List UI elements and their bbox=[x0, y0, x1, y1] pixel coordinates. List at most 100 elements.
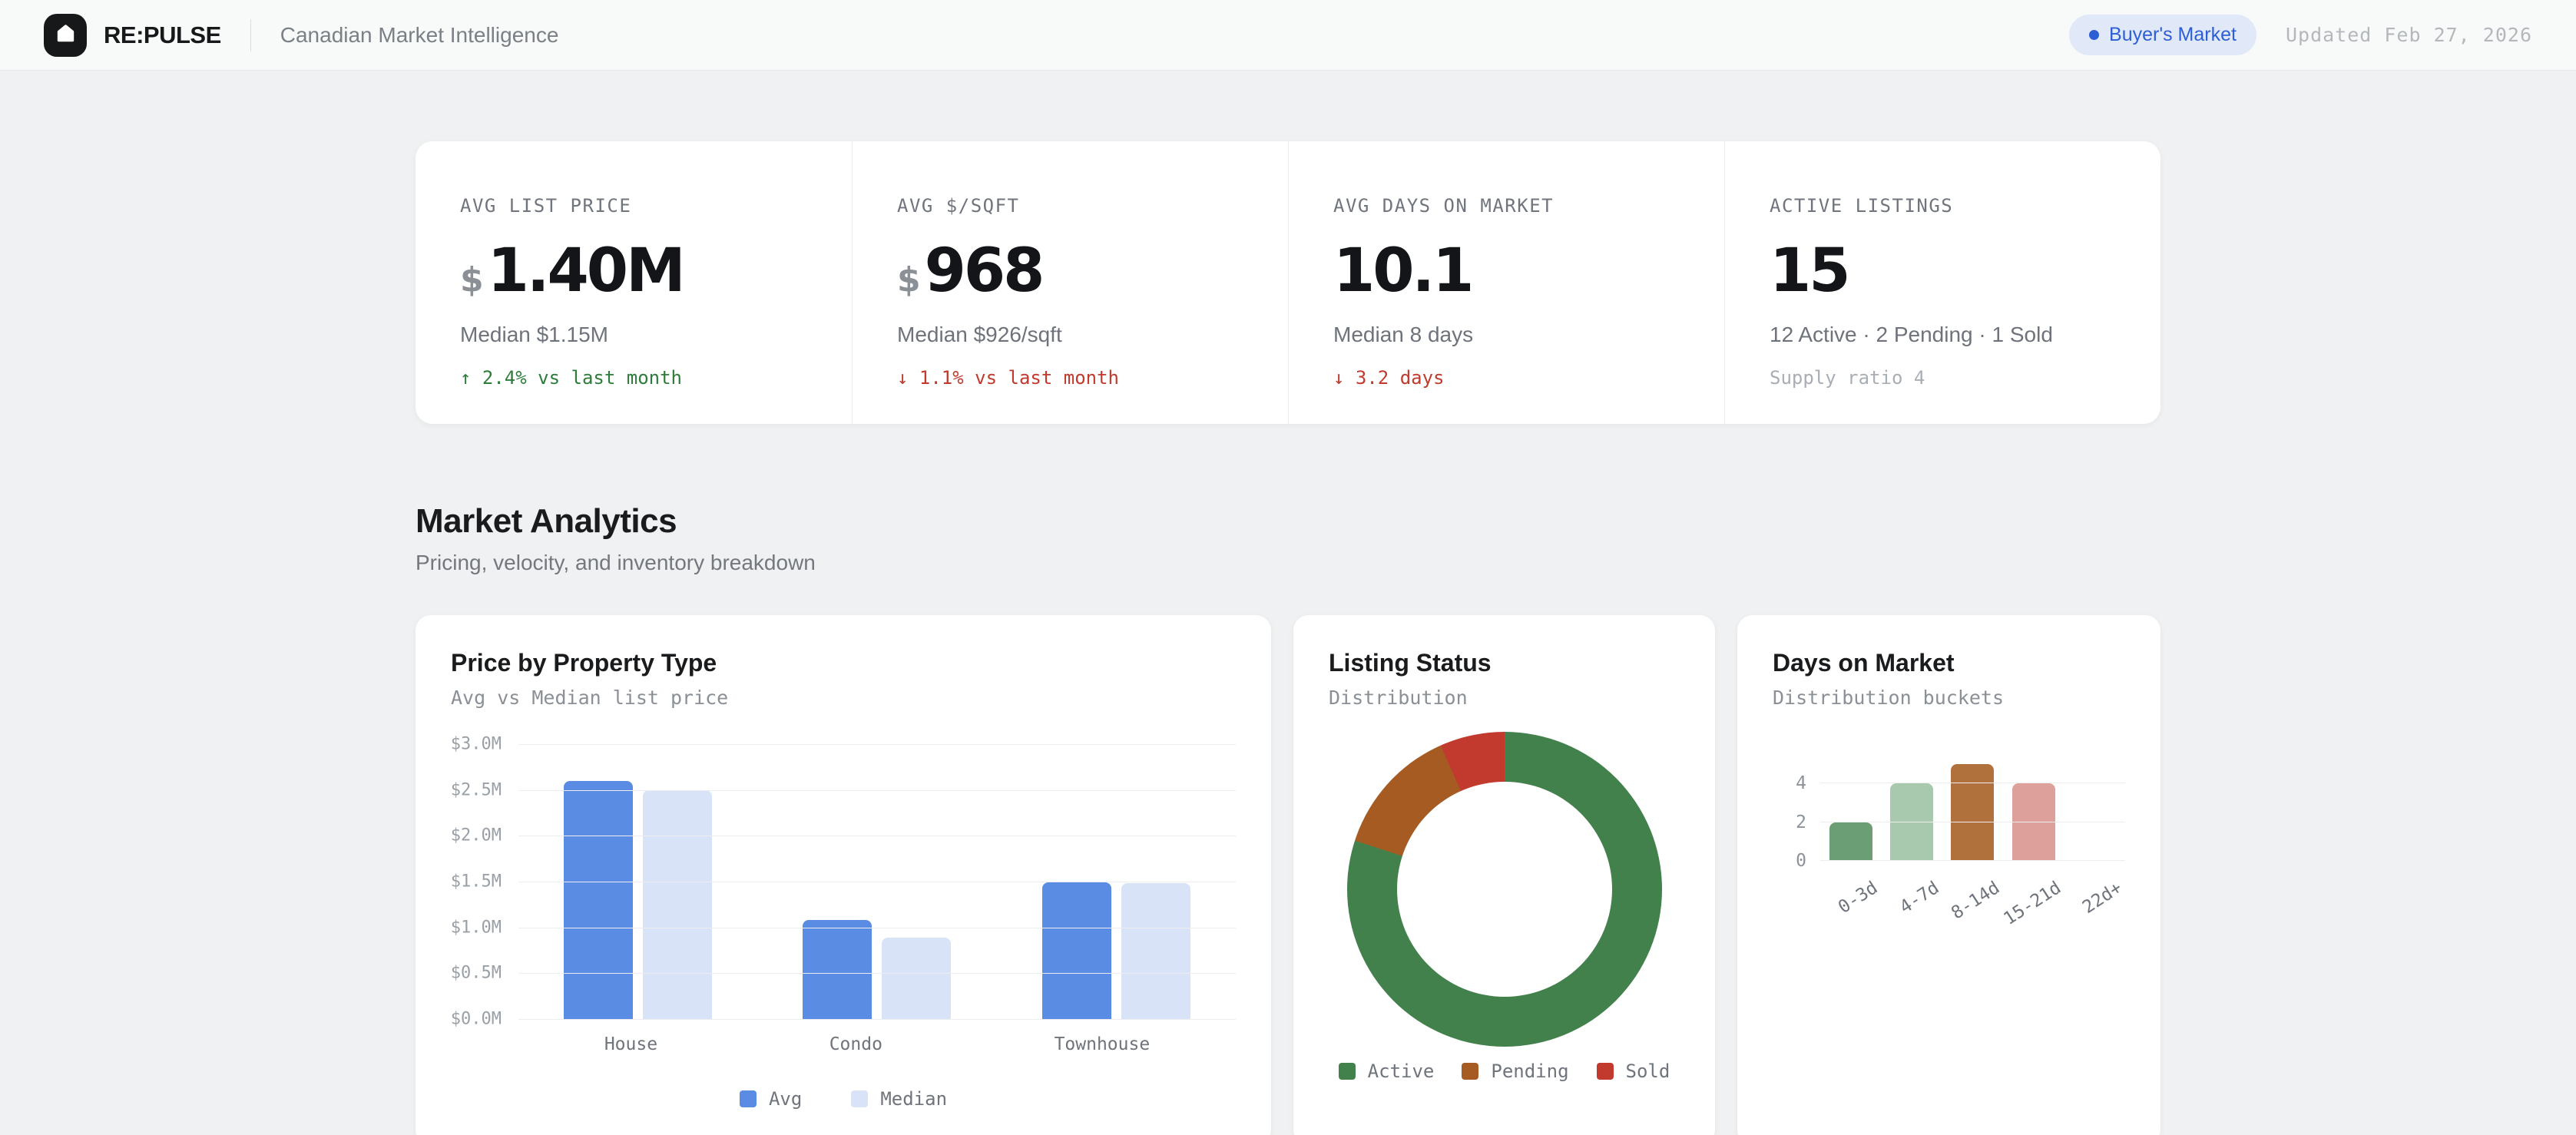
stat-sub: 12 Active · 2 Pending · 1 Sold bbox=[1770, 323, 2130, 347]
y-axis-labels: 024 bbox=[1773, 744, 1806, 861]
y-tick-label: $1.5M bbox=[451, 872, 502, 892]
section-subtitle: Pricing, velocity, and inventory breakdo… bbox=[416, 551, 2160, 575]
chart-subtitle: Distribution buckets bbox=[1773, 687, 2125, 709]
legend-item-active[interactable]: Active bbox=[1339, 1061, 1435, 1082]
legend-swatch-icon bbox=[1597, 1063, 1614, 1080]
stat-avg-sqft: AVG $/SQFT $ 968 Median $926/sqft ↓ 1.1%… bbox=[852, 141, 1288, 424]
stat-label: AVG DAYS ON MARKET bbox=[1333, 195, 1694, 217]
y-tick-label: 0 bbox=[1796, 851, 1806, 871]
header-subtitle: Canadian Market Intelligence bbox=[280, 23, 559, 48]
x-tick-label: Townhouse bbox=[1055, 1034, 1151, 1054]
legend-label: Sold bbox=[1626, 1061, 1670, 1082]
gridline bbox=[518, 790, 1236, 791]
x-tick-label: House bbox=[604, 1034, 657, 1054]
app-logo bbox=[44, 14, 87, 57]
stat-delta: ↓ 1.1% vs last month bbox=[897, 367, 1257, 389]
bar-house-median[interactable] bbox=[643, 790, 712, 1019]
legend-item-pending[interactable]: Pending bbox=[1462, 1061, 1568, 1082]
x-tick-slot: 8-14d bbox=[1942, 872, 2003, 956]
stat-value: 1.40M bbox=[488, 241, 684, 301]
x-tick-label: 0-3d bbox=[1835, 878, 1882, 918]
chart-title: Listing Status bbox=[1329, 649, 1680, 677]
price-by-type-card: Price by Property Type Avg vs Median lis… bbox=[416, 615, 1271, 1135]
stat-delta: ↓ 3.2 days bbox=[1333, 367, 1694, 389]
legend-label: Active bbox=[1368, 1061, 1435, 1082]
listing-status-card: Listing Status Distribution Active Pendin… bbox=[1293, 615, 1715, 1135]
stat-delta: ↑ 2.4% vs last month bbox=[460, 367, 821, 389]
stat-value: 15 bbox=[1770, 241, 1849, 301]
legend-swatch-icon bbox=[1462, 1063, 1478, 1080]
grouped-bar-chart: $3.0M$2.5M$2.0M$1.5M$1.0M$0.5M$0.0M Hous… bbox=[451, 744, 1236, 1110]
bar-group-townhouse bbox=[1042, 882, 1190, 1019]
gridline bbox=[518, 1019, 1236, 1020]
chart-subtitle: Distribution bbox=[1329, 687, 1680, 709]
last-updated: Updated Feb 27, 2026 bbox=[2286, 24, 2532, 46]
x-tick-slot: 4-7d bbox=[1881, 872, 1942, 956]
y-axis-labels: $3.0M$2.5M$2.0M$1.5M$1.0M$0.5M$0.0M bbox=[451, 744, 502, 1019]
y-tick-label: $0.0M bbox=[451, 1010, 502, 1029]
bar-0-3d[interactable] bbox=[1829, 822, 1872, 861]
legend-swatch-icon bbox=[851, 1090, 868, 1107]
status-dot-icon bbox=[2089, 30, 2099, 40]
stats-panel: AVG LIST PRICE $ 1.40M Median $1.15M ↑ 2… bbox=[416, 141, 2160, 424]
stat-sub: Median 8 days bbox=[1333, 323, 1694, 347]
x-tick-slot: 0-3d bbox=[1820, 872, 1881, 956]
legend-label: Median bbox=[880, 1088, 947, 1110]
y-tick-label: $2.0M bbox=[451, 826, 502, 845]
y-tick-label: 4 bbox=[1796, 773, 1806, 793]
x-tick-label: 15-21d bbox=[2000, 878, 2064, 929]
donut-chart[interactable] bbox=[1347, 732, 1662, 1047]
bar-group-house bbox=[564, 781, 712, 1019]
bar-townhouse-median[interactable] bbox=[1121, 883, 1190, 1019]
x-tick-label: 22d+ bbox=[2079, 878, 2126, 918]
plot-area bbox=[518, 744, 1236, 1019]
y-tick-label: $1.0M bbox=[451, 918, 502, 937]
brand-name: RE:PULSE bbox=[104, 22, 221, 49]
stat-value: 10.1 bbox=[1333, 241, 1472, 301]
bar-8-14d[interactable] bbox=[1951, 764, 1994, 861]
chart-title: Days on Market bbox=[1773, 649, 2125, 677]
currency-prefix: $ bbox=[460, 260, 484, 299]
chart-legend: Avg Median bbox=[451, 1088, 1236, 1110]
stat-label: AVG LIST PRICE bbox=[460, 195, 821, 217]
y-tick-label: 2 bbox=[1796, 812, 1806, 832]
chart-subtitle: Avg vs Median list price bbox=[451, 687, 1236, 709]
badge-label: Buyer's Market bbox=[2109, 24, 2237, 46]
x-axis-labels: 0-3d 4-7d8-14d15-21d 22d+ bbox=[1820, 872, 2125, 956]
x-axis-labels: HouseCondoTownhouse bbox=[518, 1034, 1236, 1054]
stat-sub: Median $926/sqft bbox=[897, 323, 1257, 347]
x-tick-slot: 22d+ bbox=[2064, 872, 2125, 956]
section-title: Market Analytics bbox=[416, 502, 2160, 541]
stat-active-listings: ACTIVE LISTINGS 15 12 Active · 2 Pending… bbox=[1724, 141, 2160, 424]
legend-label: Pending bbox=[1491, 1061, 1568, 1082]
y-tick-label: $3.0M bbox=[451, 735, 502, 754]
chart-legend: Active Pending Sold bbox=[1329, 1061, 1680, 1082]
market-status-badge[interactable]: Buyer's Market bbox=[2069, 15, 2256, 55]
stat-value: 968 bbox=[925, 241, 1043, 301]
y-tick-label: $2.5M bbox=[451, 780, 502, 799]
legend-item-avg[interactable]: Avg bbox=[740, 1088, 802, 1110]
x-tick-label: 8-14d bbox=[1948, 878, 2003, 924]
y-tick-label: $0.5M bbox=[451, 964, 502, 983]
home-icon bbox=[55, 23, 76, 48]
gridline bbox=[1820, 860, 2125, 861]
bar-townhouse-avg[interactable] bbox=[1042, 882, 1111, 1019]
bar-group-condo bbox=[803, 920, 951, 1019]
header-divider bbox=[250, 19, 251, 51]
stat-label: AVG $/SQFT bbox=[897, 195, 1257, 217]
stat-avg-days-on-market: AVG DAYS ON MARKET 10.1 Median 8 days ↓ … bbox=[1288, 141, 1724, 424]
stat-avg-list-price: AVG LIST PRICE $ 1.40M Median $1.15M ↑ 2… bbox=[416, 141, 852, 424]
legend-item-sold[interactable]: Sold bbox=[1597, 1061, 1670, 1082]
chart-title: Price by Property Type bbox=[451, 649, 1236, 677]
x-tick-label: 4-7d bbox=[1896, 878, 1943, 918]
legend-label: Avg bbox=[769, 1088, 802, 1110]
legend-item-median[interactable]: Median bbox=[851, 1088, 947, 1110]
stat-delta: Supply ratio 4 bbox=[1770, 367, 2130, 389]
bar-condo-median[interactable] bbox=[882, 938, 951, 1019]
days-on-market-card: Days on Market Distribution buckets 024 … bbox=[1737, 615, 2160, 1135]
currency-prefix: $ bbox=[897, 260, 921, 299]
bar-condo-avg[interactable] bbox=[803, 920, 872, 1019]
stat-sub: Median $1.15M bbox=[460, 323, 821, 347]
stat-label: ACTIVE LISTINGS bbox=[1770, 195, 2130, 217]
bar-house-avg[interactable] bbox=[564, 781, 633, 1019]
